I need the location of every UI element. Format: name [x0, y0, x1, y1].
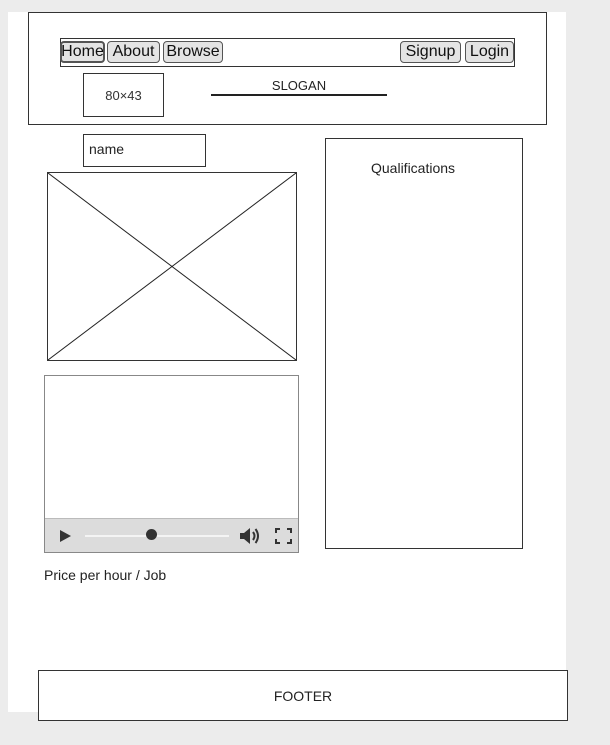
logo-size-label: 80×43 — [105, 87, 142, 103]
nav-signup-button[interactable]: Signup — [400, 41, 461, 63]
video-seek-handle[interactable] — [145, 529, 157, 540]
nav-login-button[interactable]: Login — [465, 41, 514, 63]
logo-placeholder: 80×43 — [83, 73, 164, 117]
qualifications-panel: Qualifications — [325, 138, 523, 549]
play-icon[interactable] — [58, 529, 72, 543]
video-controls — [45, 518, 298, 552]
nav-browse-button[interactable]: Browse — [163, 41, 223, 63]
fullscreen-icon[interactable] — [275, 528, 292, 544]
image-placeholder-icon — [48, 173, 296, 360]
slogan: SLOGAN — [211, 78, 387, 96]
price-label: Price per hour / Job — [44, 567, 167, 583]
footer-text: FOOTER — [273, 687, 333, 704]
footer: FOOTER — [38, 670, 568, 721]
volume-icon[interactable] — [239, 526, 261, 546]
profile-name: name — [83, 134, 206, 167]
nav-home-button[interactable]: Home — [60, 41, 105, 63]
qualifications-title: Qualifications — [371, 160, 456, 176]
video-player[interactable] — [44, 375, 299, 553]
nav-about-button[interactable]: About — [107, 41, 160, 63]
video-seek-bar[interactable] — [85, 535, 229, 537]
profile-image-placeholder — [47, 172, 297, 361]
